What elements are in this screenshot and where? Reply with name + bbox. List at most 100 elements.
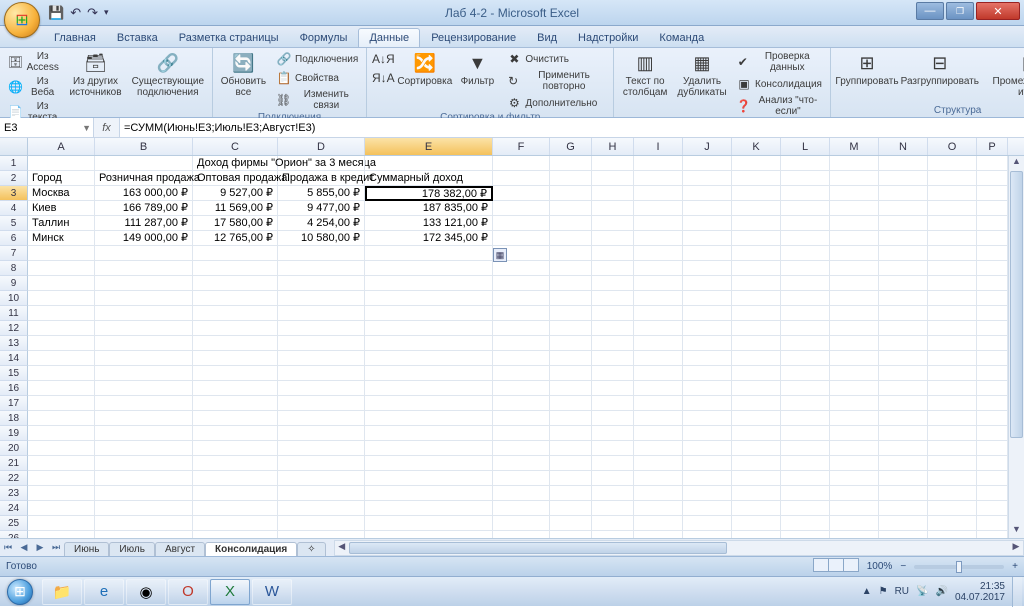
row-header[interactable]: 2 <box>0 171 28 186</box>
cell[interactable] <box>365 276 493 291</box>
cell[interactable] <box>634 291 683 306</box>
cell[interactable] <box>732 381 781 396</box>
cell[interactable] <box>830 471 879 486</box>
row-header[interactable]: 4 <box>0 201 28 216</box>
cell[interactable] <box>977 366 1008 381</box>
cell[interactable] <box>550 351 592 366</box>
cell[interactable] <box>977 321 1008 336</box>
cell[interactable] <box>977 276 1008 291</box>
cell[interactable] <box>830 306 879 321</box>
cell[interactable] <box>592 216 634 231</box>
cell[interactable] <box>634 186 683 201</box>
properties-button[interactable]: 📋Свойства <box>273 69 342 87</box>
cell[interactable] <box>683 306 732 321</box>
cell[interactable] <box>95 486 193 501</box>
tab-надстройки[interactable]: Надстройки <box>568 29 648 47</box>
cell[interactable] <box>830 531 879 538</box>
cell[interactable] <box>830 246 879 261</box>
ungroup-button[interactable]: ⊟Разгруппировать <box>902 50 978 88</box>
tray-volume-icon[interactable]: 🔊 <box>935 586 947 597</box>
cell[interactable] <box>193 246 278 261</box>
cell[interactable] <box>977 291 1008 306</box>
cell[interactable] <box>28 246 95 261</box>
cell[interactable] <box>278 396 365 411</box>
cell[interactable] <box>683 366 732 381</box>
cell[interactable] <box>830 216 879 231</box>
cell[interactable] <box>95 366 193 381</box>
minimize-button[interactable]: — <box>916 2 944 20</box>
qat-dropdown-icon[interactable]: ▾ <box>104 7 109 18</box>
cell[interactable] <box>493 261 550 276</box>
col-header-E[interactable]: E <box>365 138 493 155</box>
sheet-tab-Август[interactable]: Август <box>155 542 205 556</box>
advanced-button[interactable]: ⚙Дополнительно <box>503 94 600 112</box>
cell[interactable] <box>493 396 550 411</box>
start-button[interactable] <box>0 577 40 607</box>
cell[interactable] <box>879 411 928 426</box>
what-if-button[interactable]: ❓Анализ "что-если" <box>733 94 825 118</box>
cell[interactable] <box>781 396 830 411</box>
cell[interactable] <box>781 426 830 441</box>
row-header[interactable]: 13 <box>0 336 28 351</box>
cell[interactable] <box>830 486 879 501</box>
cell[interactable] <box>634 201 683 216</box>
cell[interactable] <box>781 441 830 456</box>
cell[interactable] <box>550 411 592 426</box>
cell[interactable] <box>493 171 550 186</box>
cell[interactable] <box>732 216 781 231</box>
cell[interactable] <box>592 396 634 411</box>
cell[interactable] <box>365 486 493 501</box>
cell[interactable] <box>634 351 683 366</box>
cell[interactable] <box>550 441 592 456</box>
cell[interactable] <box>928 381 977 396</box>
cell[interactable] <box>592 276 634 291</box>
cell[interactable] <box>278 531 365 538</box>
row-header[interactable]: 17 <box>0 396 28 411</box>
cell[interactable] <box>732 501 781 516</box>
cell[interactable] <box>634 516 683 531</box>
tab-главная[interactable]: Главная <box>44 29 106 47</box>
cell[interactable] <box>278 411 365 426</box>
cell[interactable] <box>634 156 683 171</box>
taskbar-word[interactable]: W <box>252 579 292 605</box>
row-header[interactable]: 1 <box>0 156 28 171</box>
cell[interactable] <box>193 321 278 336</box>
row-header[interactable]: 15 <box>0 366 28 381</box>
name-box[interactable]: E3▼ <box>0 118 94 137</box>
group-button[interactable]: ⊞Группировать <box>836 50 898 88</box>
cell[interactable] <box>592 456 634 471</box>
cell[interactable] <box>683 396 732 411</box>
cell[interactable] <box>493 336 550 351</box>
from-access-button[interactable]: 🗄Из Access <box>5 50 62 74</box>
cell[interactable] <box>95 426 193 441</box>
cell[interactable] <box>193 501 278 516</box>
cell[interactable] <box>879 486 928 501</box>
col-header-I[interactable]: I <box>634 138 683 155</box>
cell[interactable] <box>28 321 95 336</box>
cell[interactable]: Киев <box>28 201 95 216</box>
col-header-B[interactable]: B <box>95 138 193 155</box>
cell[interactable] <box>193 381 278 396</box>
cell[interactable] <box>493 516 550 531</box>
tray-network-icon[interactable]: 📡 <box>916 586 928 597</box>
cell[interactable] <box>977 516 1008 531</box>
office-button[interactable]: ⊞ <box>4 2 40 38</box>
cell[interactable] <box>493 306 550 321</box>
cell[interactable] <box>928 531 977 538</box>
cell[interactable] <box>28 306 95 321</box>
cell[interactable] <box>278 366 365 381</box>
view-buttons[interactable] <box>814 558 859 575</box>
cell[interactable] <box>830 441 879 456</box>
cell[interactable] <box>193 441 278 456</box>
cell[interactable] <box>781 156 830 171</box>
cell[interactable] <box>879 216 928 231</box>
cell[interactable] <box>928 351 977 366</box>
cell[interactable] <box>781 231 830 246</box>
cell[interactable] <box>879 531 928 538</box>
cell[interactable] <box>977 501 1008 516</box>
sheet-tab-Консолидация[interactable]: Консолидация <box>205 542 297 556</box>
cell[interactable] <box>28 471 95 486</box>
data-validation-button[interactable]: ✔Проверка данных <box>733 50 825 74</box>
cell[interactable] <box>365 456 493 471</box>
cell[interactable] <box>732 201 781 216</box>
